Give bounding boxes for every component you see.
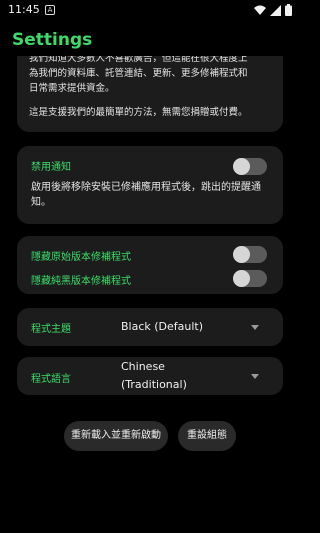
ads-info-line: 為我們的資料庫、託管連結、更新、更多修補程式和 — [29, 68, 248, 79]
status-time: 11:45 — [8, 3, 40, 16]
toggle-knob — [233, 270, 250, 287]
theme-label: 程式主題 — [31, 324, 71, 335]
disable-notifications-card: 禁用通知 啟用後將移除安裝已修補應用程式後，跳出的提醒通知。 — [17, 146, 283, 224]
language-label: 程式語言 — [31, 374, 71, 385]
reload-restart-button[interactable]: 重新載入並重新啟動 — [64, 421, 168, 451]
notification-icon: A — [45, 5, 55, 15]
ads-info-line: 日常需求提供資金。 — [29, 83, 115, 94]
hide-patches-card: 隱藏原始版本修補程式 隱藏純黑版本修補程式 — [17, 236, 283, 294]
hide-black-label: 隱藏純黑版本修補程式 — [31, 276, 131, 287]
chevron-down-icon — [251, 325, 259, 330]
language-value-line1: Chinese — [121, 360, 165, 373]
toggle-knob — [233, 158, 250, 175]
theme-select[interactable]: 程式主題 Black (Default) — [17, 308, 283, 346]
reset-config-button[interactable]: 重設組態 — [178, 421, 236, 451]
page-title: Settings — [12, 30, 93, 50]
language-value-line2: (Traditional) — [121, 378, 187, 391]
ads-info-line: 這是支援我們的最簡單的方法，無需您捐贈或付費。 — [29, 107, 248, 118]
toggle-knob — [233, 246, 250, 263]
ads-info-card: 我們知道大多數人不喜歡廣告，但這能在很大程度上 為我們的資料庫、託管連結、更新、… — [17, 56, 283, 132]
status-icons — [254, 4, 292, 16]
disable-notifications-label: 禁用通知 — [31, 162, 71, 173]
wifi-icon — [254, 5, 266, 15]
hide-original-toggle[interactable] — [233, 246, 267, 263]
ads-info-line: 我們知道大多數人不喜歡廣告，但這能在很大程度上 — [29, 56, 248, 64]
chevron-down-icon — [251, 374, 259, 379]
disable-notifications-description: 啟用後將移除安裝已修補應用程式後，跳出的提醒通知。 — [31, 182, 261, 208]
status-bar: 11:45 A — [0, 0, 300, 22]
battery-icon — [285, 4, 292, 16]
language-select[interactable]: 程式語言 Chinese (Traditional) — [17, 357, 283, 395]
disable-notifications-toggle[interactable] — [233, 158, 267, 175]
theme-value: Black (Default) — [121, 320, 204, 333]
hide-black-toggle[interactable] — [233, 270, 267, 287]
signal-icon — [270, 4, 281, 16]
hide-original-label: 隱藏原始版本修補程式 — [31, 252, 131, 263]
